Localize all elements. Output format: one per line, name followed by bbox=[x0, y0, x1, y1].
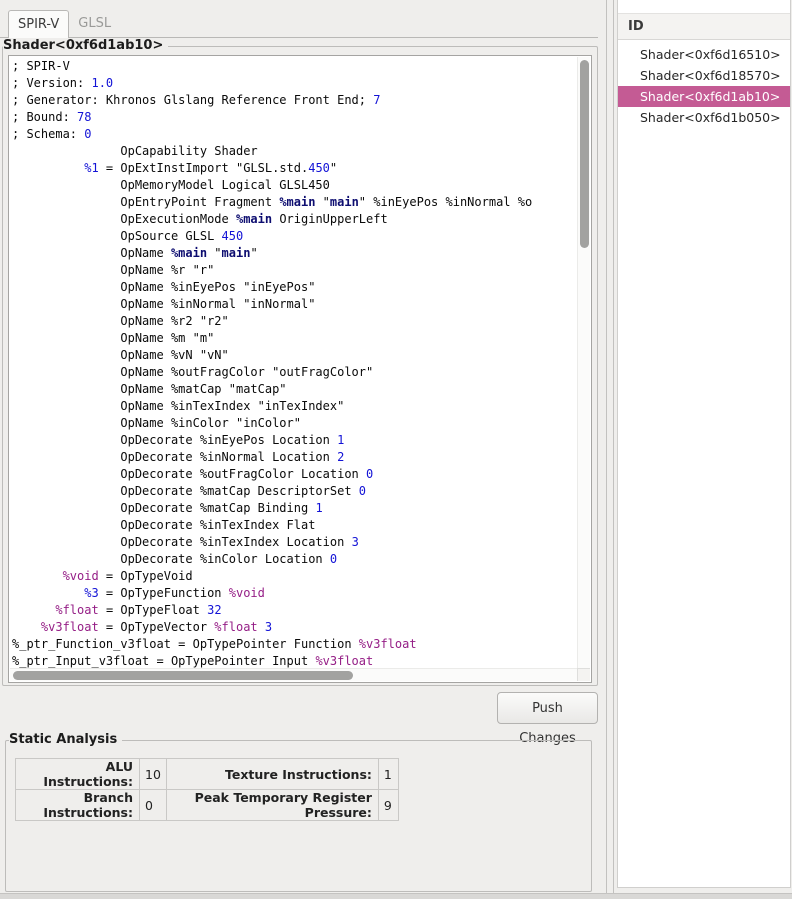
code-line: OpName %r2 "r2" bbox=[12, 313, 577, 330]
code-line: ; Schema: 0 bbox=[12, 126, 577, 143]
code-line: OpName %inTexIndex "inTexIndex" bbox=[12, 398, 577, 415]
code-line: OpName %inColor "inColor" bbox=[12, 415, 577, 432]
code-line: OpName %inNormal "inNormal" bbox=[12, 296, 577, 313]
stat-value: 10 bbox=[140, 759, 167, 790]
code-line: OpName %matCap "matCap" bbox=[12, 381, 577, 398]
shader-groupbox: Shader<0xf6d1ab10> ; SPIR-V; Version: 1.… bbox=[2, 46, 598, 686]
code-line: %v3float = OpTypeVector %float 3 bbox=[12, 619, 577, 636]
window-bottom-scrollbar[interactable] bbox=[0, 893, 792, 899]
code-line: OpCapability Shader bbox=[12, 143, 577, 160]
code-line: OpName %m "m" bbox=[12, 330, 577, 347]
shader-id-panel: ID Shader<0xf6d16510>Shader<0xf6d18570>S… bbox=[617, 0, 791, 888]
stat-label: Texture Instructions: bbox=[166, 759, 378, 790]
vertical-scrollbar[interactable] bbox=[577, 57, 590, 668]
code-line: OpExecutionMode %main OriginUpperLeft bbox=[12, 211, 577, 228]
shader-groupbox-title: Shader<0xf6d1ab10> bbox=[3, 38, 168, 54]
vertical-scrollbar-thumb[interactable] bbox=[580, 60, 589, 248]
shader-id-item[interactable]: Shader<0xf6d18570> bbox=[618, 65, 790, 86]
code-line: OpDecorate %inEyePos Location 1 bbox=[12, 432, 577, 449]
code-line: %1 = OpExtInstImport "GLSL.std.450" bbox=[12, 160, 577, 177]
stat-label: ALU Instructions: bbox=[16, 759, 140, 790]
code-line: OpName %vN "vN" bbox=[12, 347, 577, 364]
horizontal-scrollbar[interactable] bbox=[10, 668, 577, 681]
code-line: OpName %main "main" bbox=[12, 245, 577, 262]
code-line: OpEntryPoint Fragment %main "main" %inEy… bbox=[12, 194, 577, 211]
stat-value: 0 bbox=[140, 790, 167, 821]
code-line: OpDecorate %matCap Binding 1 bbox=[12, 500, 577, 517]
code-line: OpDecorate %inTexIndex Flat bbox=[12, 517, 577, 534]
code-line: OpSource GLSL 450 bbox=[12, 228, 577, 245]
stat-label: Branch Instructions: bbox=[16, 790, 140, 821]
stat-value: 1 bbox=[378, 759, 398, 790]
stat-value: 9 bbox=[378, 790, 398, 821]
stat-label: Peak Temporary Register Pressure: bbox=[166, 790, 378, 821]
shader-view-tabs: SPIR-VGLSL bbox=[8, 10, 120, 38]
code-line: %float = OpTypeFloat 32 bbox=[12, 602, 577, 619]
id-column-header[interactable]: ID bbox=[618, 13, 790, 40]
code-line: OpName %r "r" bbox=[12, 262, 577, 279]
code-line: ; SPIR-V bbox=[12, 58, 577, 75]
code-line: OpDecorate %inColor Location 0 bbox=[12, 551, 577, 568]
spirv-disassembly[interactable]: ; SPIR-V; Version: 1.0; Generator: Khron… bbox=[9, 56, 577, 668]
static-analysis-title: Static Analysis bbox=[9, 732, 122, 748]
code-line: OpDecorate %matCap DescriptorSet 0 bbox=[12, 483, 577, 500]
shader-id-item[interactable]: Shader<0xf6d1b050> bbox=[618, 107, 790, 128]
code-line: OpDecorate %inNormal Location 2 bbox=[12, 449, 577, 466]
shader-id-list: Shader<0xf6d16510>Shader<0xf6d18570>Shad… bbox=[618, 44, 790, 128]
code-line: OpName %outFragColor "outFragColor" bbox=[12, 364, 577, 381]
scrollbar-corner bbox=[577, 668, 590, 681]
code-line: ; Generator: Khronos Glslang Reference F… bbox=[12, 92, 577, 109]
code-line: ; Version: 1.0 bbox=[12, 75, 577, 92]
push-changes-button[interactable]: Push Changes bbox=[497, 692, 598, 724]
code-line: %_ptr_Input_v3float = OpTypePointer Inpu… bbox=[12, 653, 577, 668]
tab-glsl[interactable]: GLSL bbox=[69, 10, 120, 38]
code-line: OpName %inEyePos "inEyePos" bbox=[12, 279, 577, 296]
code-line: ; Bound: 78 bbox=[12, 109, 577, 126]
panel-splitter[interactable] bbox=[606, 0, 614, 893]
code-line: %void = OpTypeVoid bbox=[12, 568, 577, 585]
shader-id-item[interactable]: Shader<0xf6d16510> bbox=[618, 44, 790, 65]
code-line: OpDecorate %outFragColor Location 0 bbox=[12, 466, 577, 483]
code-line: %3 = OpTypeFunction %void bbox=[12, 585, 577, 602]
static-analysis-groupbox: Static Analysis ALU Instructions:10Textu… bbox=[5, 740, 592, 892]
code-line: OpMemoryModel Logical GLSL450 bbox=[12, 177, 577, 194]
static-analysis-row: ALU Instructions:10Texture Instructions:… bbox=[16, 759, 399, 790]
static-analysis-table: ALU Instructions:10Texture Instructions:… bbox=[15, 758, 399, 821]
shader-id-item-selected[interactable]: Shader<0xf6d1ab10> bbox=[618, 86, 790, 107]
spirv-code-editor[interactable]: ; SPIR-V; Version: 1.0; Generator: Khron… bbox=[8, 55, 592, 683]
static-analysis-row: Branch Instructions:0Peak Temporary Regi… bbox=[16, 790, 399, 821]
code-line: %_ptr_Function_v3float = OpTypePointer F… bbox=[12, 636, 577, 653]
horizontal-scrollbar-thumb[interactable] bbox=[13, 671, 353, 680]
tab-spir-v[interactable]: SPIR-V bbox=[8, 10, 69, 38]
code-line: OpDecorate %inTexIndex Location 3 bbox=[12, 534, 577, 551]
